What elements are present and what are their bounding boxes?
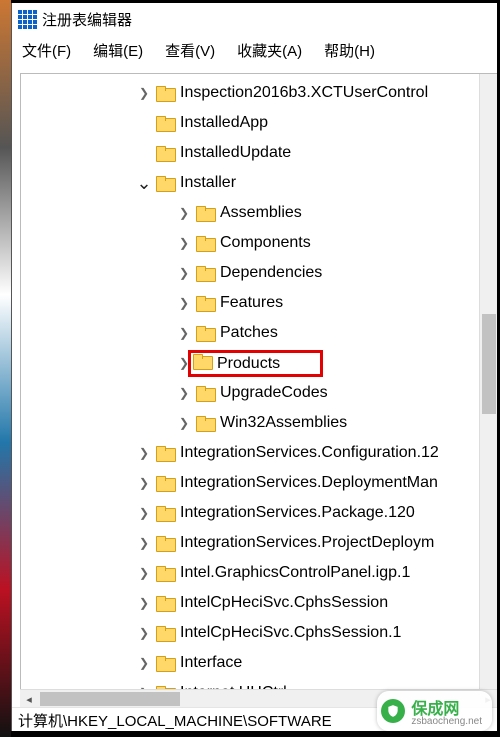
chevron-right-icon[interactable]: ❯	[136, 625, 152, 641]
tree-item[interactable]: ❯ Components	[21, 228, 481, 258]
folder-icon	[156, 536, 174, 550]
folder-icon	[156, 596, 174, 610]
tree-item-label: IntegrationServices.Configuration.12	[180, 444, 439, 462]
status-path: 计算机\HKEY_LOCAL_MACHINE\SOFTWARE	[18, 713, 332, 730]
external-left-strip	[0, 0, 11, 737]
tree-item-label: Installer	[180, 174, 236, 192]
tree-item[interactable]: ❯ Intel.GraphicsControlPanel.igp.1	[21, 558, 481, 588]
tree-item[interactable]: ❯ Dependencies	[21, 258, 481, 288]
tree-item-label: Features	[220, 294, 283, 312]
folder-icon	[193, 354, 211, 368]
tree-item-label: IntegrationServices.Package.120	[180, 504, 415, 522]
tree-item-label: IntelCpHeciSvc.CphsSession	[180, 594, 388, 612]
chevron-right-icon[interactable]: ❯	[136, 565, 152, 581]
menu-edit[interactable]: 编辑(E)	[93, 40, 143, 61]
chevron-right-icon[interactable]: ❯	[136, 85, 152, 101]
tree-item-label: Components	[220, 234, 311, 252]
folder-icon	[196, 206, 214, 220]
folder-icon	[196, 296, 214, 310]
regedit-icon	[18, 10, 36, 28]
chevron-right-icon[interactable]: ❯	[176, 415, 192, 431]
menu-file[interactable]: 文件(F)	[22, 40, 71, 61]
tree-item[interactable]: ❯ IntegrationServices.ProjectDeploym	[21, 528, 481, 558]
watermark-shield-icon	[381, 699, 405, 723]
vertical-scrollbar[interactable]	[479, 74, 497, 689]
chevron-right-icon[interactable]: ❯	[176, 385, 192, 401]
tree-item-label: IntegrationServices.DeploymentMan	[180, 474, 438, 492]
window-title: 注册表编辑器	[42, 9, 132, 30]
menu-favorites[interactable]: 收藏夹(A)	[237, 40, 302, 61]
tree-item[interactable]: ❯ Assemblies	[21, 198, 481, 228]
watermark: 保成网 zsbaocheng.net	[377, 691, 492, 731]
regedit-window: 注册表编辑器 文件(F) 编辑(E) 查看(V) 收藏夹(A) 帮助(H) ❯I…	[11, 3, 497, 731]
menu-view[interactable]: 查看(V)	[165, 40, 215, 61]
tree-item[interactable]: ❯ IntelCpHeciSvc.CphsSession	[21, 588, 481, 618]
tree-view[interactable]: ❯Inspection2016b3.XCTUserControl❯Install…	[20, 73, 497, 689]
chevron-right-icon[interactable]: ❯	[176, 295, 192, 311]
folder-icon	[156, 566, 174, 580]
tree-item[interactable]: ❯ Patches	[21, 318, 481, 348]
menu-help[interactable]: 帮助(H)	[324, 40, 375, 61]
tree-item-label: Products	[217, 355, 280, 372]
chevron-right-icon[interactable]: ❯	[136, 595, 152, 611]
tree-item[interactable]: ❯ IntegrationServices.Package.120	[21, 498, 481, 528]
folder-icon	[156, 86, 174, 100]
folder-icon	[156, 116, 174, 130]
tree-item[interactable]: ❯ Interface	[21, 648, 481, 678]
tree-item[interactable]: ❯ Features	[21, 288, 481, 318]
tree-item[interactable]: ❯ IntelCpHeciSvc.CphsSession.1	[21, 618, 481, 648]
tree-item-label: InstalledApp	[180, 114, 268, 132]
tree-item-label: Patches	[220, 324, 278, 342]
tree-item-label: Intel.GraphicsControlPanel.igp.1	[180, 564, 410, 582]
tree-item-label: IntelCpHeciSvc.CphsSession.1	[180, 624, 401, 642]
folder-icon	[196, 416, 214, 430]
folder-icon	[156, 176, 174, 190]
tree-item-label: Dependencies	[220, 264, 322, 282]
tree-item-label: IntegrationServices.ProjectDeploym	[180, 534, 434, 552]
chevron-right-icon[interactable]: ❯	[136, 505, 152, 521]
folder-icon	[156, 656, 174, 670]
chevron-down-icon[interactable]: ⌄	[136, 175, 152, 191]
tree-item[interactable]: ❯ IntegrationServices.DeploymentMan	[21, 468, 481, 498]
folder-icon	[196, 386, 214, 400]
title-bar[interactable]: 注册表编辑器	[12, 3, 497, 35]
chevron-right-icon[interactable]: ❯	[176, 205, 192, 221]
tree-item-label: InstalledUpdate	[180, 144, 291, 162]
tree-item[interactable]: ⌄ Installer	[21, 168, 481, 198]
folder-icon	[196, 326, 214, 340]
horizontal-scroll-thumb[interactable]	[40, 692, 180, 706]
menu-bar: 文件(F) 编辑(E) 查看(V) 收藏夹(A) 帮助(H)	[12, 35, 497, 65]
chevron-right-icon[interactable]: ❯	[176, 325, 192, 341]
folder-icon	[156, 476, 174, 490]
highlight-box: Products	[188, 350, 323, 377]
tree-item[interactable]: ❯InstalledUpdate	[21, 138, 481, 168]
folder-icon	[156, 446, 174, 460]
tree-item[interactable]: ❯InstalledApp	[21, 108, 481, 138]
tree-item-label: Interface	[180, 654, 242, 672]
tree-item[interactable]: ❯Products	[21, 348, 481, 378]
tree-item-label: Inspection2016b3.XCTUserControl	[180, 84, 428, 102]
folder-icon	[156, 146, 174, 160]
tree-item-label: UpgradeCodes	[220, 384, 328, 402]
chevron-right-icon[interactable]: ❯	[136, 475, 152, 491]
watermark-sub: zsbaocheng.net	[411, 716, 482, 727]
chevron-right-icon[interactable]: ❯	[136, 535, 152, 551]
folder-icon	[156, 506, 174, 520]
tree-item[interactable]: ❯ IntegrationServices.Configuration.12	[21, 438, 481, 468]
chevron-right-icon[interactable]: ❯	[136, 445, 152, 461]
chevron-right-icon[interactable]: ❯	[136, 655, 152, 671]
vertical-scroll-thumb[interactable]	[482, 314, 496, 414]
folder-icon	[196, 266, 214, 280]
folder-icon	[196, 236, 214, 250]
folder-icon	[156, 626, 174, 640]
scroll-left-button[interactable]: ◂	[20, 690, 38, 708]
chevron-right-icon[interactable]: ❯	[176, 235, 192, 251]
tree-item[interactable]: ❯ Win32Assemblies	[21, 408, 481, 438]
tree-item[interactable]: ❯ Inspection2016b3.XCTUserControl	[21, 78, 481, 108]
tree-item-label: Assemblies	[220, 204, 302, 222]
tree-item[interactable]: ❯Internet.HHCtrl	[21, 678, 481, 689]
tree-item-label: Win32Assemblies	[220, 414, 347, 432]
chevron-right-icon[interactable]: ❯	[176, 265, 192, 281]
tree-item[interactable]: ❯ UpgradeCodes	[21, 378, 481, 408]
